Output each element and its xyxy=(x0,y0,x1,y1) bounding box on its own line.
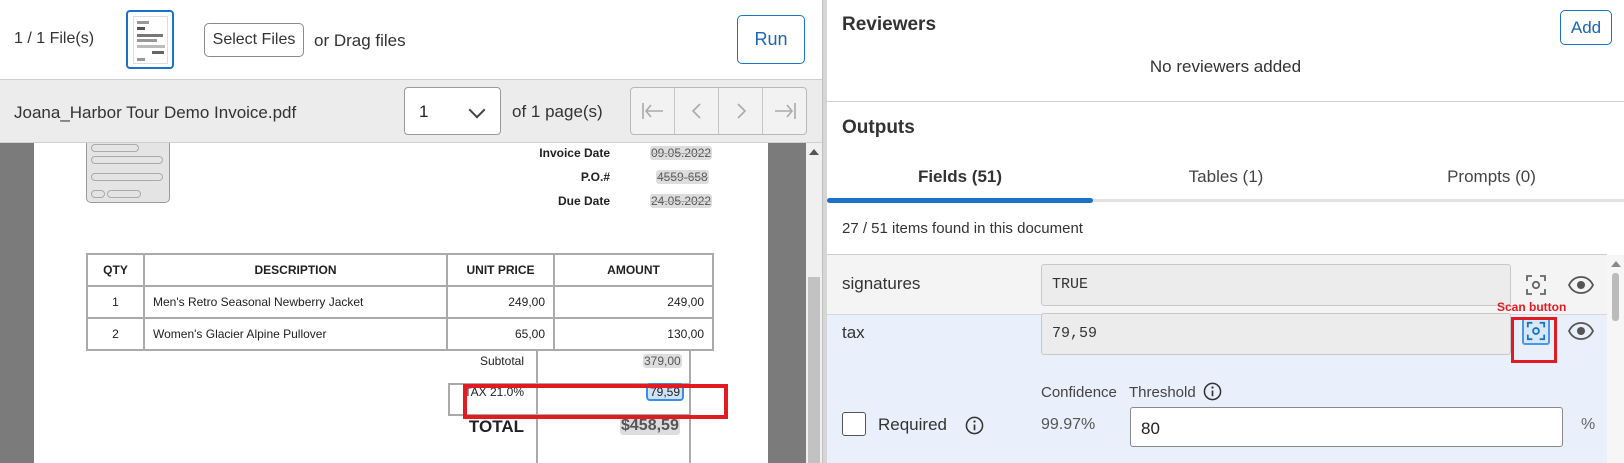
qty-cell: 2 xyxy=(86,317,145,351)
due-date-label: Due Date xyxy=(557,194,610,208)
threshold-label: Threshold xyxy=(1129,384,1196,401)
description-cell: Women's Glacier Alpine Pullover xyxy=(143,317,448,351)
drag-files-hint: or Drag files xyxy=(314,31,406,50)
confidence-label: Confidence xyxy=(1041,384,1117,401)
file-toolbar: 1 / 1 File(s) Select Files or Drag files… xyxy=(0,0,822,80)
info-icon[interactable] xyxy=(1203,382,1222,401)
field-value[interactable]: TRUE xyxy=(1041,264,1511,306)
app-window: 1 / 1 File(s) Select Files or Drag files… xyxy=(0,0,1624,463)
invoice-table: QTY DESCRIPTION UNIT PRICE AMOUNT 1 Men'… xyxy=(86,253,714,351)
page-thumbnail[interactable] xyxy=(126,10,174,69)
subtotal-label: Subtotal xyxy=(479,354,524,368)
col-unit-price: UNIT PRICE xyxy=(446,253,555,287)
total-label: TOTAL xyxy=(468,417,524,436)
file-name: Joana_Harbor Tour Demo Invoice.pdf xyxy=(14,103,297,122)
required-checkbox[interactable] xyxy=(842,412,866,436)
scroll-thumb[interactable] xyxy=(808,277,820,463)
select-files-button[interactable]: Select Files xyxy=(204,23,304,57)
active-tab-indicator xyxy=(827,198,1093,203)
next-page-button[interactable] xyxy=(719,88,763,134)
run-button[interactable]: Run xyxy=(737,15,805,64)
eye-icon xyxy=(1568,322,1594,340)
field-name: tax xyxy=(842,323,865,342)
divider xyxy=(827,101,1624,102)
file-count: 1 / 1 File(s) xyxy=(14,30,95,47)
po-number-label: P.O.# xyxy=(580,170,610,184)
col-amount: AMOUNT xyxy=(553,253,714,287)
tab-prompts[interactable]: Prompts (0) xyxy=(1359,167,1624,187)
page-select[interactable]: 1 xyxy=(404,87,501,135)
invoice-date-value: 09.05.2022 xyxy=(650,146,713,160)
page-select-value: 1 xyxy=(419,102,429,121)
chevron-right-icon xyxy=(736,103,746,119)
description-cell: Men's Retro Seasonal Newberry Jacket xyxy=(143,285,448,319)
qty-cell: 1 xyxy=(86,285,145,319)
chevron-down-icon xyxy=(468,101,486,119)
outputs-panel: Reviewers Add No reviewers added Outputs… xyxy=(827,0,1624,463)
tab-fields[interactable]: Fields (51) xyxy=(827,167,1093,187)
eye-icon xyxy=(1568,276,1594,294)
add-reviewer-button[interactable]: Add xyxy=(1560,10,1612,45)
viewer-scrollbar[interactable] xyxy=(806,143,822,463)
reviewers-title: Reviewers xyxy=(842,14,937,35)
threshold-input[interactable]: 80 xyxy=(1130,407,1563,447)
required-label: Required xyxy=(878,415,947,434)
scan-button-highlight xyxy=(1511,317,1557,363)
outputs-tabs: Fields (51) Tables (1) Prompts (0) xyxy=(827,155,1624,203)
outputs-title: Outputs xyxy=(842,117,915,138)
table-header-row: QTY DESCRIPTION UNIT PRICE AMOUNT xyxy=(86,253,714,287)
scan-icon xyxy=(1526,275,1546,295)
redacted-logo xyxy=(86,143,170,203)
thumbnail-page-icon xyxy=(133,16,168,64)
percent-sign: % xyxy=(1581,416,1596,433)
tax-annotation-box xyxy=(463,384,728,419)
field-value[interactable]: 79,59 xyxy=(1041,313,1511,355)
col-qty: QTY xyxy=(86,253,145,287)
due-date-value: 24.05.2022 xyxy=(650,194,713,208)
eye-button[interactable] xyxy=(1567,271,1595,299)
total-value: $458,59 xyxy=(620,417,680,435)
first-page-button[interactable] xyxy=(631,88,675,134)
chevron-left-icon xyxy=(691,103,701,119)
scroll-thumb[interactable] xyxy=(1612,273,1619,321)
last-page-icon xyxy=(774,103,796,119)
scroll-up-icon[interactable] xyxy=(1611,261,1621,267)
unit-price-cell: 65,00 xyxy=(446,317,555,351)
amount-cell: 249,00 xyxy=(553,285,714,319)
scan-button[interactable] xyxy=(1522,271,1550,299)
field-row-signatures[interactable]: signatures TRUE xyxy=(827,255,1607,315)
col-description: DESCRIPTION xyxy=(143,253,448,287)
tab-tables[interactable]: Tables (1) xyxy=(1093,167,1359,187)
subtotal-value: 379,00 xyxy=(643,354,682,368)
fields-scrollbar[interactable] xyxy=(1607,255,1624,463)
no-reviewers-text: No reviewers added xyxy=(1149,57,1302,76)
confidence-value: 99.97% xyxy=(1041,416,1096,433)
unit-price-cell: 249,00 xyxy=(446,285,555,319)
info-icon[interactable] xyxy=(965,416,984,435)
table-row: 2 Women's Glacier Alpine Pullover 65,00 … xyxy=(86,317,714,351)
first-page-icon xyxy=(641,103,663,119)
prev-page-button[interactable] xyxy=(675,88,719,134)
scan-button-annotation: Scan button xyxy=(1497,300,1567,314)
document-panel: 1 / 1 File(s) Select Files or Drag files… xyxy=(0,0,822,463)
last-page-button[interactable] xyxy=(763,88,806,134)
page-toolbar: Joana_Harbor Tour Demo Invoice.pdf 1 of … xyxy=(0,80,822,143)
page-count: of 1 page(s) xyxy=(512,102,603,121)
scroll-up-icon[interactable] xyxy=(809,149,819,155)
items-found-text: 27 / 51 items found in this document xyxy=(842,220,1083,237)
page-nav-group xyxy=(630,87,807,135)
eye-button[interactable] xyxy=(1567,317,1595,345)
invoice-date-label: Invoice Date xyxy=(539,146,610,160)
field-name: signatures xyxy=(842,274,921,293)
amount-cell: 130,00 xyxy=(553,317,714,351)
table-row: 1 Men's Retro Seasonal Newberry Jacket 2… xyxy=(86,285,714,319)
po-number-value: 4559-658 xyxy=(656,170,709,184)
